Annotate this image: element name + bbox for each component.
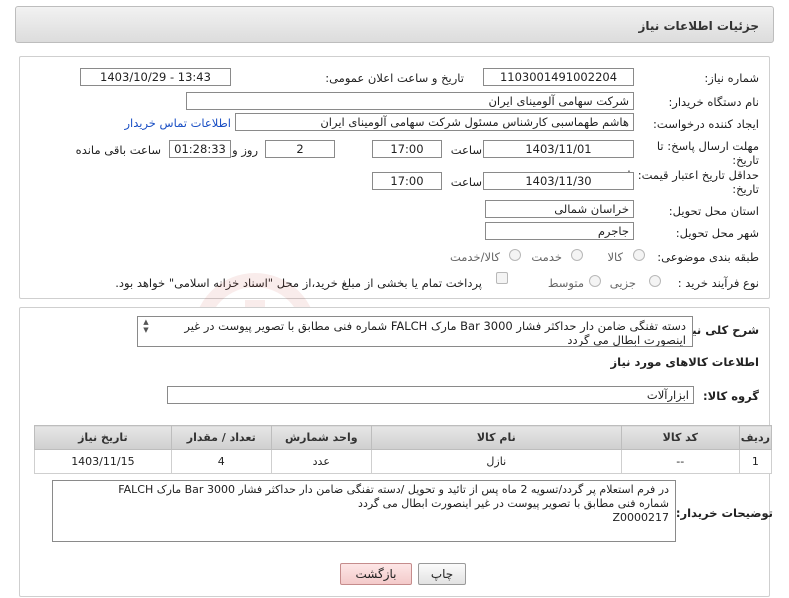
category-radio-goods-service[interactable] — [509, 249, 521, 261]
cell-date: 1403/11/15 — [34, 449, 172, 474]
announce-label: تاریخ و ساعت اعلان عمومی: — [325, 71, 464, 85]
validity-label: حداقل تاریخ اعتبار قیمت: تا — [627, 168, 759, 182]
goods-table: ردیف کد کالا نام کالا واحد شمارش تعداد /… — [34, 425, 773, 474]
category-option-goods-service: کالا/خدمت — [449, 250, 500, 264]
col-name-header: نام کالا — [370, 425, 622, 450]
goods-info-title: اطلاعات کالاهای مورد نیاز — [610, 355, 759, 369]
announce-datetime-field: 1403/10/29 - 13:43 — [80, 68, 231, 86]
deadline-date-field: 1403/11/01 — [483, 140, 634, 158]
process-option-minor: جزیی — [609, 276, 636, 290]
page-title: جزئیات اطلاعات نیاز — [638, 19, 759, 33]
buyer-contact-link[interactable]: اطلاعات تماس خریدار — [124, 116, 231, 130]
col-qty-header: تعداد / مقدار — [170, 425, 272, 450]
time-remaining-label: ساعت باقی مانده — [75, 143, 161, 157]
buyer-org-field: شرکت سهامی آلومینای ایران — [186, 92, 634, 110]
cell-qty: 4 — [170, 449, 272, 474]
validity-date-field: 1403/11/30 — [483, 172, 634, 190]
print-button[interactable]: چاپ — [418, 563, 466, 585]
creator-field: هاشم طهماسبی کارشناس مسئول شرکت سهامی آل… — [235, 113, 634, 131]
city-label: شهر محل تحویل: — [675, 226, 759, 240]
buyer-notes-line: در فرم استعلام پر گردد/تسویه 2 ماه پس از… — [118, 483, 669, 496]
goods-group-label: گروه کالا: — [703, 389, 759, 403]
category-option-service: خدمت — [531, 250, 562, 264]
summary-scroll-arrows[interactable]: ▲ ▼ — [141, 318, 151, 334]
validity-date-label: تاریخ: — [732, 182, 759, 196]
cell-row: 1 — [738, 449, 773, 474]
deadline-date-label: تاریخ: — [732, 153, 759, 167]
validity-time-field: 17:00 — [372, 172, 442, 190]
summary-textarea[interactable]: دسته تفنگی ضامن دار حداکثر فشار Bar 3000… — [137, 316, 693, 347]
creator-label: ایجاد کننده درخواست: — [653, 117, 759, 131]
category-option-goods: کالا — [607, 250, 623, 264]
process-radio-minor[interactable] — [649, 275, 661, 287]
buyer-org-label: نام دستگاه خریدار: — [668, 95, 759, 109]
time-remaining-field: 01:28:33 — [169, 140, 231, 158]
back-button[interactable]: بازگشت — [340, 563, 412, 585]
days-label: روز و — [232, 143, 258, 157]
buyer-notes-label: توضیحات خریدار: — [675, 506, 773, 520]
scroll-up-icon[interactable]: ▲ — [141, 318, 151, 326]
deadline-label: مهلت ارسال پاسخ: تا — [656, 139, 759, 153]
process-radio-medium[interactable] — [589, 275, 601, 287]
treasury-payment-note: پرداخت تمام یا بخشی از مبلغ خرید،از محل … — [115, 276, 482, 290]
table-row[interactable]: 1 -- نازل عدد 4 1403/11/15 — [34, 449, 773, 474]
need-number-field: 1103001491002204 — [483, 68, 634, 86]
treasury-payment-checkbox[interactable] — [496, 272, 508, 284]
cell-name: نازل — [370, 449, 622, 474]
category-radio-service[interactable] — [571, 249, 583, 261]
scroll-down-icon[interactable]: ▼ — [141, 326, 151, 334]
province-field: خراسان شمالی — [485, 200, 634, 218]
page-header: جزئیات اطلاعات نیاز — [15, 6, 774, 43]
col-date-header: تاریخ نیاز — [34, 425, 172, 450]
category-label: طبقه بندی موضوعی: — [657, 250, 759, 264]
goods-group-field: ابزارآلات — [167, 386, 694, 404]
deadline-time-label: ساعت — [450, 143, 482, 157]
col-code-header: کد کالا — [620, 425, 740, 450]
col-unit-header: واحد شمارش — [270, 425, 372, 450]
process-option-medium: متوسط — [547, 276, 584, 290]
col-row-header: ردیف — [738, 425, 773, 450]
deadline-time-field: 17:00 — [372, 140, 442, 158]
buyer-notes-line: Z0000217 — [612, 511, 669, 524]
validity-time-label: ساعت — [450, 175, 482, 189]
buyer-notes-textarea[interactable]: در فرم استعلام پر گردد/تسویه 2 ماه پس از… — [52, 480, 676, 542]
category-radio-goods[interactable] — [633, 249, 645, 261]
goods-table-header: ردیف کد کالا نام کالا واحد شمارش تعداد /… — [34, 425, 773, 450]
cell-unit: عدد — [270, 449, 372, 474]
process-label: نوع فرآیند خرید : — [677, 276, 759, 290]
need-number-label: شماره نیاز: — [704, 71, 759, 85]
province-label: استان محل تحویل: — [668, 204, 759, 218]
buyer-notes-line: شماره فنی مطابق با تصویر پیوست در غیر ای… — [358, 497, 669, 510]
cell-code: -- — [620, 449, 740, 474]
days-remaining-field: 2 — [265, 140, 335, 158]
city-field: جاجرم — [485, 222, 634, 240]
